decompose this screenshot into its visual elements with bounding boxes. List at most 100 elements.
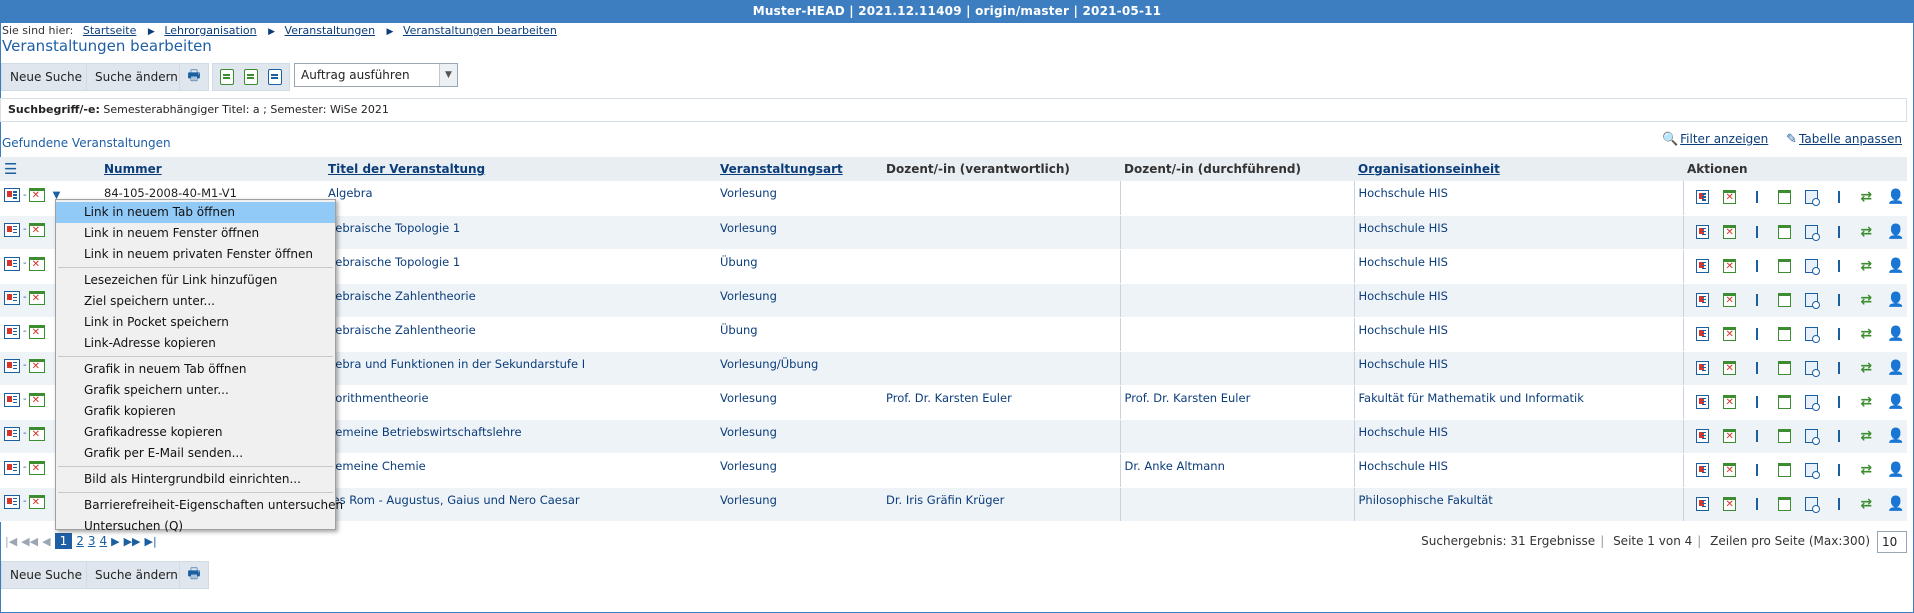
sort-title[interactable]: Titel der Veranstaltung: [328, 162, 485, 176]
ctx-open-new-tab[interactable]: Link in neuem Tab öffnen: [56, 202, 335, 223]
ctx-open-image-tab[interactable]: Grafik in neuem Tab öffnen: [56, 359, 335, 380]
breadcrumb-veranstaltungen-bearbeiten[interactable]: Veranstaltungen bearbeiten: [403, 24, 557, 37]
details-icon[interactable]: [1695, 428, 1709, 443]
calendar-icon[interactable]: [1777, 292, 1791, 307]
details-icon[interactable]: [1695, 190, 1709, 204]
edit-dates-icon[interactable]: [1722, 462, 1736, 477]
swap-arrows-icon[interactable]: ⇄: [1860, 225, 1873, 239]
ctx-copy-image-address[interactable]: Grafikadresse kopieren: [56, 422, 335, 443]
edit-dates-icon[interactable]: [1722, 496, 1736, 511]
details-icon[interactable]: [4, 494, 20, 509]
swap-arrows-icon[interactable]: ⇄: [1860, 190, 1873, 204]
swap-arrows-icon[interactable]: ⇄: [1860, 259, 1873, 273]
calendar-icon[interactable]: [1777, 258, 1791, 273]
ctx-email-image[interactable]: Grafik per E-Mail senden...: [56, 443, 335, 464]
cell-title[interactable]: gemeine Chemie: [324, 453, 716, 488]
ctx-open-private-window[interactable]: Link in neuem privaten Fenster öffnen: [56, 244, 335, 265]
search-document-icon[interactable]: [1804, 292, 1821, 309]
edit-dates-icon[interactable]: [28, 392, 45, 407]
edit-dates-icon[interactable]: [28, 222, 45, 237]
new-search-button[interactable]: Neue Suche: [1, 63, 91, 91]
details-icon[interactable]: [4, 426, 20, 441]
cell-title[interactable]: gebra und Funktionen in der Sekundarstuf…: [324, 351, 716, 386]
job-select[interactable]: Auftrag ausführen ▼: [294, 63, 458, 87]
chevron-down-icon[interactable]: ▼: [439, 64, 457, 86]
show-filter-link[interactable]: Filter anzeigen: [1680, 132, 1768, 146]
details-icon[interactable]: [4, 188, 20, 202]
swap-arrows-icon[interactable]: ⇄: [1860, 361, 1873, 375]
search-document-icon[interactable]: [1804, 496, 1821, 513]
ctx-inspect-accessibility[interactable]: Barrierefreiheit-Eigenschaften untersuch…: [56, 495, 343, 516]
ctx-set-background[interactable]: Bild als Hintergrundbild einrichten...: [56, 469, 335, 490]
edit-dates-icon[interactable]: [1722, 224, 1736, 239]
calendar-icon[interactable]: [1777, 394, 1791, 409]
add-person-icon[interactable]: 👤: [1887, 327, 1904, 341]
edit-dates-icon[interactable]: [1722, 292, 1736, 307]
edit-dates-icon[interactable]: [1722, 360, 1736, 375]
ctx-save-target[interactable]: Ziel speichern unter...: [56, 291, 335, 312]
edit-search-button[interactable]: Suche ändern: [86, 63, 187, 91]
edit-dates-icon[interactable]: [1722, 394, 1736, 409]
details-icon[interactable]: [4, 324, 20, 339]
cell-title[interactable]: gemeine Betriebswirtschaftslehre: [324, 419, 716, 454]
edit-dates-icon[interactable]: [1722, 258, 1736, 273]
search-document-icon[interactable]: [1804, 462, 1821, 479]
edit-dates-icon[interactable]: [1722, 326, 1736, 341]
details-icon[interactable]: [1695, 224, 1709, 239]
calendar-icon[interactable]: [1777, 462, 1791, 477]
search-document-icon[interactable]: [1804, 326, 1821, 343]
ctx-save-to-pocket[interactable]: Link in Pocket speichern: [56, 312, 335, 333]
edit-dates-icon[interactable]: [28, 188, 45, 202]
edit-search-button-bottom[interactable]: Suche ändern: [86, 561, 187, 589]
hamburger-icon[interactable]: ☰: [4, 160, 17, 178]
search-document-icon[interactable]: [1804, 394, 1821, 411]
cell-title[interactable]: tes Rom - Augustus, Gaius und Nero Caesa…: [324, 487, 716, 522]
ctx-inspect[interactable]: Untersuchen (Q): [56, 516, 335, 537]
search-document-icon[interactable]: [1804, 224, 1821, 241]
ctx-bookmark-link[interactable]: Lesezeichen für Link hinzufügen: [56, 270, 335, 291]
add-person-icon[interactable]: 👤: [1887, 293, 1904, 307]
details-icon[interactable]: [1695, 360, 1709, 375]
details-icon[interactable]: [1695, 326, 1709, 341]
export-csv-icon[interactable]: [220, 69, 234, 85]
print-button[interactable]: 🖶: [179, 63, 209, 91]
swap-arrows-icon[interactable]: ⇄: [1860, 463, 1873, 477]
search-document-icon[interactable]: [1804, 428, 1821, 445]
breadcrumb-startseite[interactable]: Startseite: [83, 24, 137, 37]
calendar-icon[interactable]: [1777, 360, 1791, 375]
edit-dates-icon[interactable]: [28, 358, 45, 373]
edit-dates-icon[interactable]: [1722, 428, 1736, 443]
ctx-open-new-window[interactable]: Link in neuem Fenster öffnen: [56, 223, 335, 244]
sort-org-unit[interactable]: Organisationseinheit: [1358, 162, 1500, 176]
calendar-icon[interactable]: [1777, 326, 1791, 341]
cell-title[interactable]: gebraische Topologie 1: [324, 249, 716, 284]
first-page-icon[interactable]: |◀: [5, 535, 17, 548]
search-document-icon[interactable]: [1804, 360, 1821, 377]
swap-arrows-icon[interactable]: ⇄: [1860, 327, 1873, 341]
edit-dates-icon[interactable]: [28, 324, 45, 339]
swap-arrows-icon[interactable]: ⇄: [1860, 395, 1873, 409]
sort-number[interactable]: Nummer: [104, 162, 162, 176]
edit-dates-icon[interactable]: [28, 256, 45, 271]
details-icon[interactable]: [1695, 258, 1709, 273]
add-person-icon[interactable]: 👤: [1887, 395, 1904, 409]
rows-per-page-input[interactable]: 10: [1877, 531, 1907, 553]
cell-title[interactable]: gebraische Zahlentheorie: [324, 283, 716, 318]
column-menu-cell[interactable]: ☰: [0, 157, 100, 181]
swap-arrows-icon[interactable]: ⇄: [1860, 293, 1873, 307]
details-icon[interactable]: [4, 256, 20, 271]
add-person-icon[interactable]: 👤: [1887, 463, 1904, 477]
details-icon[interactable]: [4, 222, 20, 237]
prev-page-icon[interactable]: ◀: [42, 535, 50, 548]
edit-dates-icon[interactable]: [28, 460, 45, 475]
calendar-icon[interactable]: [1777, 496, 1791, 511]
cell-title[interactable]: gorithmentheorie: [324, 385, 716, 420]
add-person-icon[interactable]: 👤: [1887, 497, 1904, 511]
new-search-button-bottom[interactable]: Neue Suche: [1, 561, 91, 589]
edit-dates-icon[interactable]: [28, 290, 45, 305]
swap-arrows-icon[interactable]: ⇄: [1860, 497, 1873, 511]
details-icon[interactable]: [1695, 394, 1709, 409]
print-button-bottom[interactable]: 🖶: [179, 561, 209, 589]
calendar-icon[interactable]: [1777, 190, 1791, 204]
details-icon[interactable]: [4, 460, 20, 475]
